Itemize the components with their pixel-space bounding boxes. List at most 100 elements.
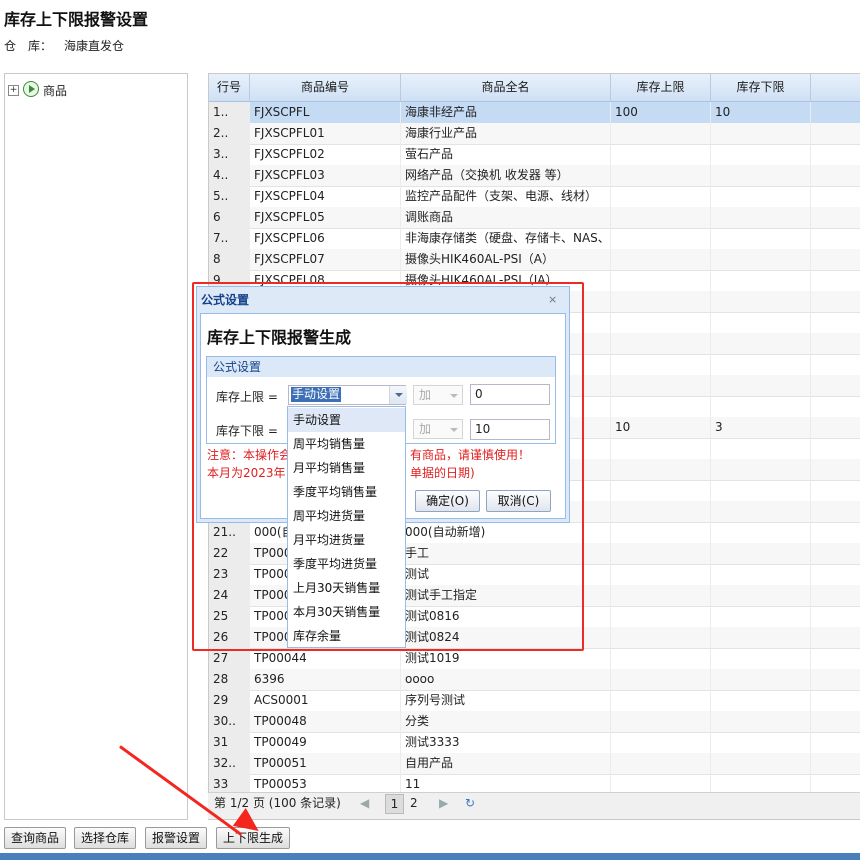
- cell-upper: [611, 438, 711, 459]
- cell-row-no: 32..: [209, 753, 250, 774]
- cell-extra: [811, 627, 860, 648]
- cell-extra: [811, 753, 860, 774]
- cell-name: 监控产品配件（支架、电源、线材）: [401, 186, 611, 207]
- cell-row-no: 29: [209, 690, 250, 711]
- select-warehouse-button[interactable]: 选择仓库: [74, 827, 137, 849]
- cell-lower: [711, 648, 811, 669]
- cell-lower: 10: [711, 102, 811, 123]
- cell-upper: [611, 501, 711, 522]
- page-2-button[interactable]: 2: [410, 795, 418, 812]
- grid-header: 行号 商品编号 商品全名 库存上限 库存下限: [209, 74, 860, 102]
- play-circle-icon: [23, 81, 39, 97]
- cell-extra: [811, 333, 860, 354]
- cell-lower: [711, 144, 811, 165]
- cell-lower: 3: [711, 417, 811, 438]
- cell-upper: [611, 312, 711, 333]
- cell-lower: [711, 333, 811, 354]
- table-row[interactable]: 4.. FJXSCPFL03 网络产品（交换机 收发器 等）: [209, 165, 860, 187]
- cell-row-no: 31: [209, 732, 250, 753]
- page-title: 库存上下限报警设置: [4, 10, 149, 29]
- cell-lower: [711, 438, 811, 459]
- pager-info: 第 1/2 页 (100 条记录): [214, 796, 341, 810]
- cell-code: ACS0001: [250, 690, 401, 711]
- cell-extra: [811, 501, 860, 522]
- table-row[interactable]: 5.. FJXSCPFL04 监控产品配件（支架、电源、线材）: [209, 186, 860, 208]
- col-header-row-no[interactable]: 行号: [209, 74, 250, 101]
- table-row[interactable]: 28 6396 oooo: [209, 669, 860, 691]
- tree-node-goods[interactable]: 商品: [43, 82, 67, 99]
- cell-extra: [811, 102, 860, 123]
- cell-lower: [711, 480, 811, 501]
- table-row[interactable]: 1.. FJXSCPFL 海康非经产品 100 10: [209, 102, 860, 124]
- cell-upper: 10: [611, 417, 711, 438]
- cell-code: TP00044: [250, 648, 401, 669]
- cell-upper: [611, 732, 711, 753]
- category-tree-panel: [4, 73, 188, 820]
- highlight-box: [192, 282, 584, 651]
- cell-extra: [811, 522, 860, 543]
- cell-upper: [611, 753, 711, 774]
- expand-plus-icon[interactable]: +: [8, 85, 19, 96]
- cell-extra: [811, 480, 860, 501]
- query-goods-button[interactable]: 查询商品: [4, 827, 67, 849]
- cell-lower: [711, 270, 811, 291]
- refresh-icon[interactable]: ↻: [465, 795, 475, 812]
- col-header-name[interactable]: 商品全名: [401, 74, 611, 101]
- col-header-upper[interactable]: 库存上限: [611, 74, 711, 101]
- cell-code: FJXSCPFL05: [250, 207, 401, 228]
- table-row[interactable]: 32.. TP00051 自用产品: [209, 753, 860, 775]
- table-row[interactable]: 2.. FJXSCPFL01 海康行业产品: [209, 123, 860, 145]
- cell-upper: [611, 564, 711, 585]
- table-row[interactable]: 8 FJXSCPFL07 摄像头HIK460AL-PSI（A）: [209, 249, 860, 271]
- table-row[interactable]: 7.. FJXSCPFL06 非海康存储类（硬盘、存储卡、NAS、: [209, 228, 860, 250]
- cell-row-no: 5..: [209, 186, 250, 207]
- cell-extra: [811, 207, 860, 228]
- cell-row-no: 30..: [209, 711, 250, 732]
- cell-upper: [611, 333, 711, 354]
- cell-row-no: 6: [209, 207, 250, 228]
- cell-upper: [611, 249, 711, 270]
- cell-lower: [711, 690, 811, 711]
- cell-extra: [811, 669, 860, 690]
- cell-upper: [611, 123, 711, 144]
- cell-name: 萤石产品: [401, 144, 611, 165]
- cell-extra: [811, 144, 860, 165]
- cell-extra: [811, 543, 860, 564]
- col-header-lower[interactable]: 库存下限: [711, 74, 811, 101]
- cell-row-no: 4..: [209, 165, 250, 186]
- cell-code: TP00049: [250, 732, 401, 753]
- cell-lower: [711, 669, 811, 690]
- cell-code: FJXSCPFL06: [250, 228, 401, 249]
- alarm-settings-button[interactable]: 报警设置: [145, 827, 208, 849]
- table-row[interactable]: 3.. FJXSCPFL02 萤石产品: [209, 144, 860, 166]
- cell-lower: [711, 375, 811, 396]
- table-row[interactable]: 6 FJXSCPFL05 调账商品: [209, 207, 860, 229]
- page-1-button[interactable]: 1: [385, 794, 404, 814]
- cell-upper: [611, 207, 711, 228]
- next-page-icon[interactable]: ▶: [439, 795, 448, 812]
- prev-page-icon[interactable]: ◀: [360, 795, 369, 812]
- table-row[interactable]: 31 TP00049 测试3333: [209, 732, 860, 754]
- cell-lower: [711, 207, 811, 228]
- cell-extra: [811, 711, 860, 732]
- cell-name: 分类: [401, 711, 611, 732]
- cell-name: 非海康存储类（硬盘、存储卡、NAS、: [401, 228, 611, 249]
- cell-lower: [711, 627, 811, 648]
- cell-upper: [611, 144, 711, 165]
- col-header-code[interactable]: 商品编号: [250, 74, 401, 101]
- cell-lower: [711, 606, 811, 627]
- table-row[interactable]: 30.. TP00048 分类: [209, 711, 860, 733]
- table-row[interactable]: 29 ACS0001 序列号测试: [209, 690, 860, 712]
- cell-upper: [611, 627, 711, 648]
- status-bar: [0, 853, 860, 860]
- table-row[interactable]: 27 TP00044 测试1019: [209, 648, 860, 670]
- cell-upper: [611, 459, 711, 480]
- cell-extra: [811, 396, 860, 417]
- cell-lower: [711, 123, 811, 144]
- cell-code: TP00048: [250, 711, 401, 732]
- cell-extra: [811, 417, 860, 438]
- cell-extra: [811, 312, 860, 333]
- cell-name: 序列号测试: [401, 690, 611, 711]
- cell-code: FJXSCPFL01: [250, 123, 401, 144]
- cell-extra: [811, 249, 860, 270]
